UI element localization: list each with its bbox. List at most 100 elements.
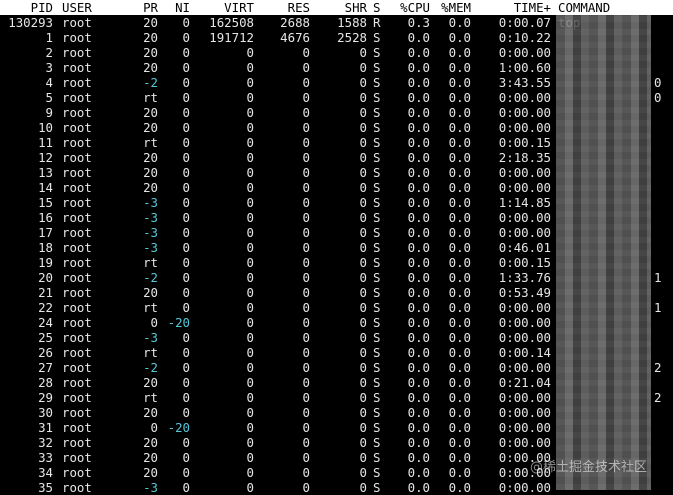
cell-res: 0: [302, 285, 310, 300]
cell-pid: 1: [45, 30, 53, 45]
cell-virt: 0: [246, 135, 254, 150]
cell-ni: 0: [182, 165, 190, 180]
cell-shr: 0: [359, 435, 367, 450]
cell-ni: 0: [182, 270, 190, 285]
cell-pid: 27: [38, 360, 53, 375]
cell-pr: 20: [143, 435, 158, 450]
cell-ni: 0: [182, 135, 190, 150]
cell-user: root: [62, 375, 92, 390]
cell-pr: -2: [143, 75, 158, 90]
cell-cpu: 0.0: [407, 375, 430, 390]
cell-shr: 0: [359, 165, 367, 180]
cell-ni: 0: [182, 60, 190, 75]
cell-cpu: 0.0: [407, 330, 430, 345]
cell-user: root: [62, 105, 92, 120]
cell-virt: 0: [246, 60, 254, 75]
cell-mem: 0.0: [448, 435, 471, 450]
redacted-command-area: [556, 15, 651, 490]
cell-virt: 0: [246, 315, 254, 330]
cell-ni: 0: [182, 120, 190, 135]
cell-shr: 0: [359, 345, 367, 360]
cell-mem: 0.0: [448, 120, 471, 135]
cell-cmd: [654, 420, 666, 435]
cell-pid: 13: [38, 165, 53, 180]
cell-user: root: [62, 390, 92, 405]
cell-res: 0: [302, 255, 310, 270]
cell-virt: 191712: [209, 30, 254, 45]
cell-shr: 0: [359, 330, 367, 345]
cell-pr: 20: [143, 285, 158, 300]
cell-cpu: 0.0: [407, 180, 430, 195]
cell-cmd: [654, 285, 666, 300]
cell-s: S: [373, 105, 381, 120]
cell-mem: 0.0: [448, 15, 471, 30]
cell-virt: 0: [246, 480, 254, 495]
cell-cpu: 0.0: [407, 405, 430, 420]
cell-user: root: [62, 180, 92, 195]
cell-virt: 0: [246, 270, 254, 285]
cell-pr: 20: [143, 465, 158, 480]
cell-ni: 0: [182, 480, 190, 495]
cell-pr: rt: [143, 90, 158, 105]
cell-user: root: [62, 90, 92, 105]
cell-pid: 14: [38, 180, 53, 195]
cell-virt: 0: [246, 390, 254, 405]
cell-res: 0: [302, 165, 310, 180]
cell-pr: 20: [143, 405, 158, 420]
cell-user: root: [62, 315, 92, 330]
cell-res: 0: [302, 465, 310, 480]
cell-mem: 0.0: [448, 135, 471, 150]
cell-pr: -3: [143, 240, 158, 255]
cell-pr: 20: [143, 180, 158, 195]
cell-pr: 20: [143, 375, 158, 390]
cell-cmd: [654, 180, 666, 195]
cell-time: 0:00.00: [498, 225, 551, 240]
cell-cpu: 0.0: [407, 270, 430, 285]
cell-ni: 0: [182, 465, 190, 480]
cell-virt: 0: [246, 285, 254, 300]
cell-cmd: [654, 405, 666, 420]
cell-time: 0:53.49: [498, 285, 551, 300]
cell-virt: 0: [246, 90, 254, 105]
cell-cpu: 0.0: [407, 315, 430, 330]
cell-shr: 1588: [337, 15, 367, 30]
cell-cpu: 0.0: [407, 420, 430, 435]
cell-time: 0:00.00: [498, 435, 551, 450]
cell-s: S: [373, 195, 381, 210]
cell-s: S: [373, 300, 381, 315]
cell-cpu: 0.0: [407, 120, 430, 135]
cell-pid: 31: [38, 420, 53, 435]
cell-cmd: [654, 105, 666, 120]
cell-s: S: [373, 480, 381, 495]
cell-virt: 0: [246, 105, 254, 120]
cell-res: 0: [302, 225, 310, 240]
cell-shr: 2528: [337, 30, 367, 45]
cell-cmd: [654, 135, 666, 150]
cell-res: 0: [302, 450, 310, 465]
cell-mem: 0.0: [448, 195, 471, 210]
cell-pid: 22: [38, 300, 53, 315]
cell-s: S: [373, 360, 381, 375]
cell-ni: -20: [167, 420, 190, 435]
cell-pid: 12: [38, 150, 53, 165]
cell-ni: 0: [182, 150, 190, 165]
cell-user: root: [62, 150, 92, 165]
cell-user: root: [62, 345, 92, 360]
cell-virt: 0: [246, 465, 254, 480]
cell-shr: 0: [359, 405, 367, 420]
cell-cmd: 2: [654, 360, 662, 375]
cell-time: 0:46.01: [498, 240, 551, 255]
cell-mem: 0.0: [448, 45, 471, 60]
cell-time: 0:00.00: [498, 165, 551, 180]
cell-virt: 0: [246, 420, 254, 435]
cell-cpu: 0.0: [407, 45, 430, 60]
cell-res: 0: [302, 60, 310, 75]
cell-cmd: [654, 165, 666, 180]
cell-mem: 0.0: [448, 285, 471, 300]
cell-user: root: [62, 240, 92, 255]
cell-user: root: [62, 45, 92, 60]
cell-cmd: [654, 375, 666, 390]
cell-s: S: [373, 375, 381, 390]
cell-ni: -20: [167, 315, 190, 330]
cell-pid: 32: [38, 435, 53, 450]
